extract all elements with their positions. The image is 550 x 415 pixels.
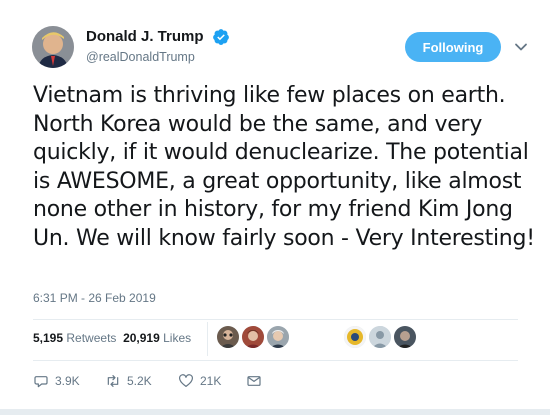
reply-button[interactable]: 3.9K (33, 371, 80, 391)
author-handle[interactable]: @realDonaldTrump (86, 50, 195, 64)
retweets-count: 5,195 (33, 331, 64, 345)
retweet-count: 5.2K (127, 374, 152, 388)
verified-badge-icon (212, 28, 230, 46)
liker-avatar[interactable] (344, 326, 366, 348)
liker-avatar[interactable] (242, 326, 264, 348)
reply-count: 3.9K (55, 374, 80, 388)
liker-avatar[interactable] (217, 326, 239, 348)
divider (33, 319, 518, 320)
engagement-stats: 5,195 Retweets 20,919 Likes (33, 331, 191, 345)
likes-count: 20,919 (123, 331, 160, 345)
envelope-icon (247, 376, 261, 386)
tweet-card: Donald J. Trump @realDonaldTrump Followi… (0, 0, 550, 415)
liker-avatar[interactable] (369, 326, 391, 348)
chevron-down-icon[interactable] (512, 38, 530, 56)
like-button[interactable]: 21K (178, 371, 221, 391)
direct-message-button[interactable] (246, 371, 268, 391)
stats-separator (207, 322, 208, 356)
liker-avatar[interactable] (267, 326, 289, 348)
liker-avatar[interactable] (394, 326, 416, 348)
author-avatar[interactable] (32, 26, 74, 68)
author-name[interactable]: Donald J. Trump (86, 28, 204, 45)
likes-stat[interactable]: 20,919 Likes (123, 331, 191, 345)
heart-icon (179, 374, 193, 387)
retweets-stat[interactable]: 5,195 Retweets (33, 331, 116, 345)
reply-icon (34, 376, 48, 388)
likes-label: Likes (163, 331, 192, 345)
like-count: 21K (200, 374, 222, 388)
tweet-text: Vietnam is thriving like few places on e… (33, 83, 535, 251)
following-button[interactable]: Following (405, 32, 501, 62)
retweets-label: Retweets (66, 331, 117, 345)
tweet-timestamp[interactable]: 6:31 PM - 26 Feb 2019 (33, 291, 156, 305)
retweet-icon (107, 375, 119, 387)
divider (33, 360, 518, 361)
retweet-button[interactable]: 5.2K (105, 371, 152, 391)
bottom-border (0, 409, 550, 415)
